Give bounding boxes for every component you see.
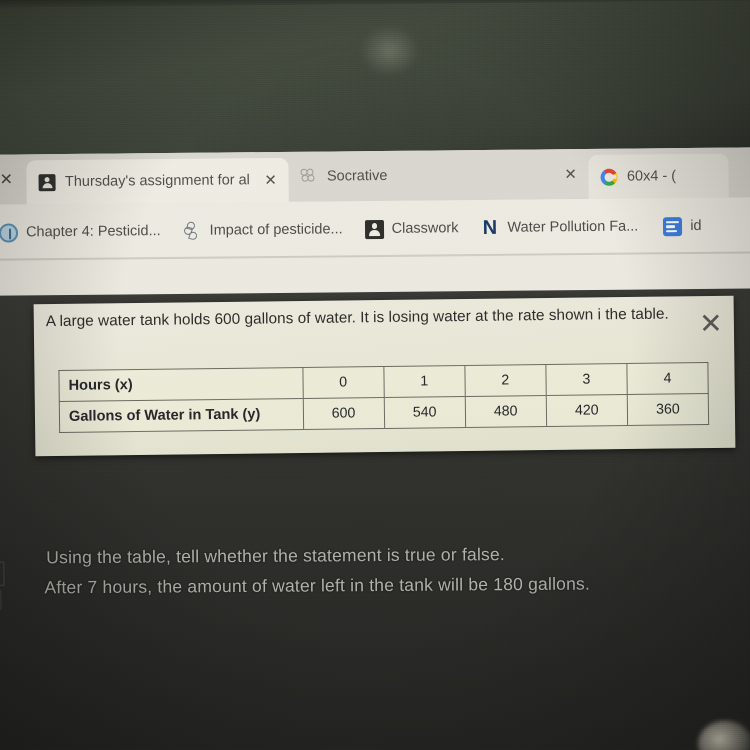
- cell-gallons-2: 480: [464, 395, 547, 428]
- bookmark-label: Water Pollution Fa...: [507, 218, 639, 236]
- monitor-bezel-top: [0, 0, 750, 166]
- cell-hours-0: 0: [302, 366, 384, 399]
- prompt-text: Using the table, tell whether the statem…: [44, 538, 736, 603]
- tab-close-icon[interactable]: ✕: [264, 171, 277, 189]
- browser-tab-strip: ✕ Thursday's assignment for all g ✕ Socr…: [0, 147, 750, 205]
- row-header-hours: Hours (x): [58, 367, 303, 402]
- bookmark-label: Classwork: [391, 220, 459, 237]
- tab-close-icon[interactable]: ✕: [564, 165, 577, 183]
- browser-tab-label: Thursday's assignment for all g: [64, 172, 250, 191]
- cell-hours-2: 2: [464, 364, 547, 397]
- bookmark-impact-of-pesticide[interactable]: Impact of pesticide...: [172, 220, 354, 241]
- lens-glare-blob: [697, 720, 750, 750]
- table-row: Gallons of Water in Tank (y) 600 540 480…: [59, 393, 709, 433]
- cell-gallons-4: 360: [627, 393, 709, 426]
- socrative-icon: [300, 168, 318, 185]
- browser-tab-label: 60x4 - (: [626, 168, 677, 185]
- question-text: A large water tank holds 600 gallons of …: [45, 305, 669, 331]
- cell-gallons-3: 420: [546, 394, 628, 427]
- page-body: A large water tank holds 600 gallons of …: [0, 288, 750, 750]
- bookmark-classwork[interactable]: Classwork: [354, 219, 470, 239]
- close-icon[interactable]: ✕: [696, 308, 726, 340]
- cell-hours-3: 3: [545, 363, 628, 396]
- bookmark-label: id: [690, 217, 702, 235]
- globe-icon: [0, 222, 19, 243]
- photographed-screen: ✕ Thursday's assignment for all g ✕ Socr…: [0, 0, 750, 750]
- bookmark-water-pollution-facts[interactable]: N Water Pollution Fa...: [469, 216, 649, 239]
- browser-tab-label: Socrative: [326, 167, 388, 185]
- cell-gallons-1: 540: [383, 396, 466, 429]
- prompt-line-2: After 7 hours, the amount of water left …: [44, 573, 591, 598]
- browser-chrome: ✕ Thursday's assignment for all g ✕ Socr…: [0, 147, 750, 305]
- browser-tab-google[interactable]: 60x4 - (: [588, 153, 730, 199]
- bezel-glare: [359, 24, 421, 78]
- bookmark-label: Impact of pesticide...: [209, 221, 343, 239]
- browser-tab-socrative[interactable]: Socrative ✕: [289, 152, 589, 199]
- row-header-gallons: Gallons of Water in Tank (y): [59, 398, 304, 433]
- bookmarks-bar: Chapter 4: Pesticid... Impact of pestici…: [0, 197, 750, 261]
- browser-tab-classroom[interactable]: Thursday's assignment for all g ✕: [26, 157, 290, 205]
- data-table: Hours (x) 0 1 2 3 4 Gallons of Water in …: [58, 362, 710, 433]
- google-classroom-icon: [364, 219, 384, 239]
- question-card: A large water tank holds 600 gallons of …: [33, 295, 736, 457]
- cell-gallons-0: 600: [302, 397, 385, 430]
- cell-hours-1: 1: [383, 365, 465, 398]
- google-forms-icon: [663, 216, 683, 236]
- prompt-line-1: Using the table, tell whether the statem…: [46, 544, 506, 568]
- cell-hours-4: 4: [626, 362, 709, 395]
- bookmark-chapter-4-pesticides[interactable]: Chapter 4: Pesticid...: [0, 221, 172, 243]
- bookmark-label: Chapter 4: Pesticid...: [25, 223, 161, 241]
- tab-close-icon-leading[interactable]: ✕: [0, 169, 27, 189]
- bookmark-google-form[interactable]: id: [649, 216, 712, 236]
- socrative-s-icon: [182, 220, 202, 241]
- google-icon: [600, 168, 619, 186]
- left-edge-ui-sliver: [0, 558, 9, 616]
- newsela-n-icon: N: [482, 216, 498, 239]
- google-classroom-icon: [38, 173, 57, 191]
